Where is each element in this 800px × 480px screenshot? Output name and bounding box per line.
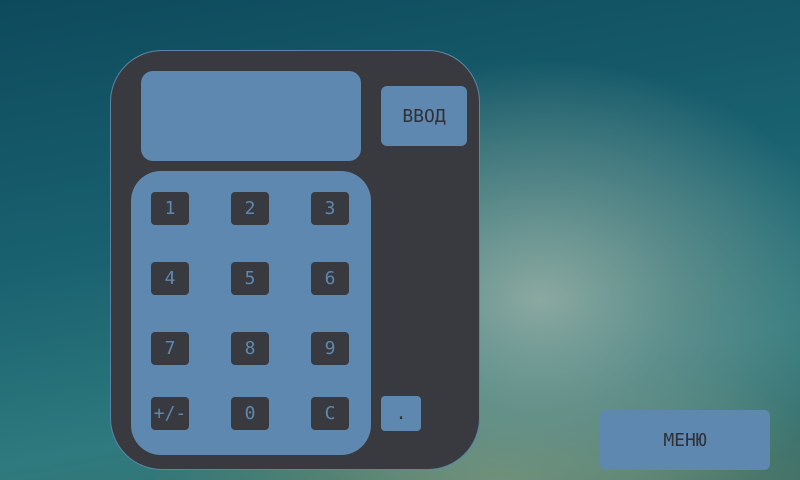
keypad: 1 2 3 4 5 6 7 8 9 +/- 0 C [131, 171, 371, 455]
key-3[interactable]: 3 [311, 192, 349, 225]
key-0[interactable]: 0 [231, 397, 269, 430]
key-9[interactable]: 9 [311, 332, 349, 365]
display-screen [141, 71, 361, 161]
calculator-panel: ВВОД 1 2 3 4 5 6 7 8 9 +/- 0 C . [110, 50, 480, 470]
key-5[interactable]: 5 [231, 262, 269, 295]
key-plus-minus[interactable]: +/- [151, 397, 189, 430]
enter-button[interactable]: ВВОД [381, 86, 467, 146]
decimal-point-button[interactable]: . [381, 396, 421, 431]
key-clear[interactable]: C [311, 397, 349, 430]
key-7[interactable]: 7 [151, 332, 189, 365]
key-6[interactable]: 6 [311, 262, 349, 295]
key-4[interactable]: 4 [151, 262, 189, 295]
key-2[interactable]: 2 [231, 192, 269, 225]
key-8[interactable]: 8 [231, 332, 269, 365]
key-1[interactable]: 1 [151, 192, 189, 225]
menu-button[interactable]: МЕНЮ [600, 410, 770, 470]
